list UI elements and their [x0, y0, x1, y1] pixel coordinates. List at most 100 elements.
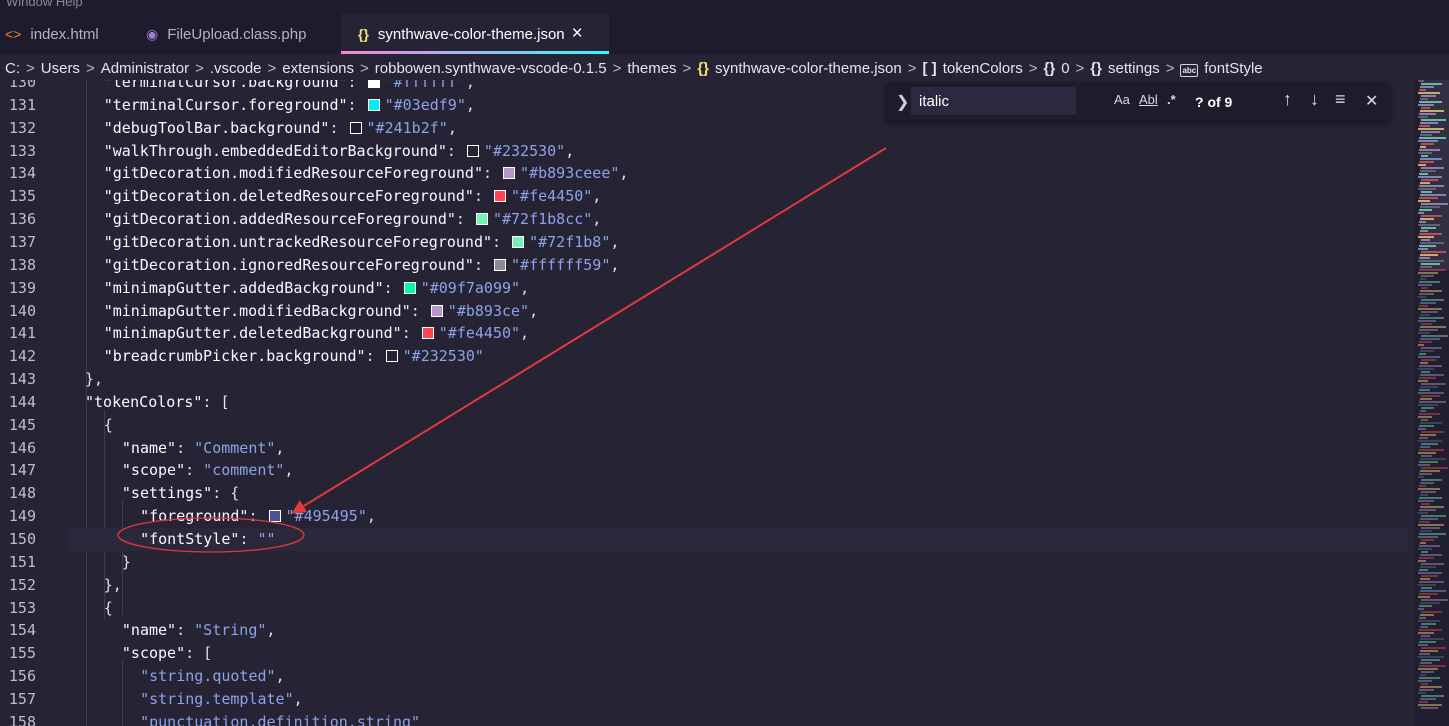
regex-button[interactable]: .*	[1167, 92, 1176, 107]
code-text: "foreground": "#495495",	[140, 505, 376, 528]
minimap-line	[1420, 542, 1426, 544]
breadcrumb-item[interactable]: .vscode	[210, 60, 262, 77]
minimap-line	[1419, 473, 1432, 475]
color-swatch[interactable]	[512, 235, 525, 248]
breadcrumb-chevron-icon: >	[1028, 59, 1038, 77]
next-match-arrow-icon[interactable]: ↓	[1310, 89, 1319, 110]
close-icon[interactable]: ×	[572, 23, 583, 45]
breadcrumb-item[interactable]: Users	[41, 60, 80, 77]
breadcrumb-item[interactable]: {} 0	[1044, 60, 1070, 77]
breadcrumb-item[interactable]: robbowen.synthwave-vscode-0.1.5	[375, 60, 607, 77]
previous-match-arrow-icon[interactable]: ↑	[1283, 89, 1292, 110]
code-line[interactable]: 147 "scope": "comment",	[0, 459, 1405, 482]
color-swatch[interactable]	[430, 304, 443, 317]
color-swatch[interactable]	[466, 144, 479, 157]
minimap-line	[1418, 392, 1444, 394]
code-line[interactable]: 141 "minimapGutter.deletedBackground": "#…	[0, 322, 1405, 345]
punctuation: ,	[447, 118, 457, 137]
code-line[interactable]: 140 "minimapGutter.modifiedBackground": "…	[0, 300, 1405, 323]
json-string: "#241b2f"	[366, 118, 448, 137]
punctuation: :	[347, 80, 366, 91]
line-number: 135	[8, 187, 36, 206]
color-swatch[interactable]	[385, 350, 398, 363]
breadcrumb-item[interactable]: [ ] tokenColors	[923, 60, 1023, 77]
color-swatch[interactable]	[494, 190, 507, 203]
code-line[interactable]: 135 "gitDecoration.deletedResourceForegro…	[0, 185, 1405, 208]
toggle-replace-chevron-icon[interactable]: ❯	[896, 92, 909, 112]
color-swatch[interactable]	[367, 98, 380, 111]
minimap-line	[1421, 659, 1440, 661]
tab-fileupload-php[interactable]: ◉ FileUpload.class.php	[141, 14, 346, 54]
minimap-line	[1420, 290, 1442, 292]
code-line[interactable]: 148 "settings": {	[0, 482, 1405, 505]
breadcrumb-item[interactable]: abc fontStyle	[1180, 60, 1263, 77]
minimap-line	[1421, 683, 1428, 685]
line-number: 133	[8, 141, 36, 160]
code-line[interactable]: 156 "string.quoted",	[0, 665, 1405, 688]
code-line[interactable]: 137 "gitDecoration.untrackedResourceForeg…	[0, 231, 1405, 254]
tab-index-html[interactable]: <> index.html	[0, 14, 136, 54]
minimap-line	[1419, 605, 1432, 607]
whole-word-button[interactable]: Abl	[1139, 92, 1158, 107]
code-line[interactable]: 157 "string.template",	[0, 688, 1405, 711]
code-line[interactable]: 145 {	[0, 414, 1405, 437]
minimap-line	[1421, 635, 1430, 637]
code-line[interactable]: 146 "name": "Comment",	[0, 437, 1405, 460]
color-swatch[interactable]	[268, 510, 281, 523]
code-line[interactable]: 133 "walkThrough.embeddedEditorBackground…	[0, 140, 1405, 163]
title-bar: Window Help	[0, 0, 1449, 14]
code-line[interactable]: 136 "gitDecoration.addedResourceForegroun…	[0, 208, 1405, 231]
find-input[interactable]: italic	[911, 87, 1076, 115]
code-line[interactable]: 144 "tokenColors": [	[0, 391, 1405, 414]
breadcrumb-item[interactable]: Administrator	[101, 60, 189, 77]
breadcrumb-item[interactable]: C:	[5, 60, 20, 77]
code-line[interactable]: 134 "gitDecoration.modifiedResourceForegr…	[0, 162, 1405, 185]
color-swatch[interactable]	[494, 258, 507, 271]
minimap-slider[interactable]	[1420, 80, 1449, 270]
color-swatch[interactable]	[421, 327, 434, 340]
color-swatch[interactable]	[403, 281, 416, 294]
minimap-line	[1419, 353, 1426, 355]
color-swatch[interactable]	[475, 213, 488, 226]
json-string: "string.template"	[140, 689, 294, 708]
breadcrumb-item[interactable]: {} synthwave-color-theme.json	[697, 60, 901, 77]
code-line[interactable]: 154 "name": "String",	[0, 619, 1405, 642]
code-line[interactable]: 139 "minimapGutter.addedBackground": "#09…	[0, 277, 1405, 300]
minimap-line	[1420, 650, 1438, 652]
line-number: 134	[8, 164, 36, 183]
minimap-line	[1421, 335, 1448, 337]
find-in-selection-icon[interactable]: ≡	[1335, 89, 1346, 110]
tab-synthwave-json[interactable]: {} synthwave-color-theme.json ×	[341, 14, 609, 54]
minimap-line	[1420, 494, 1428, 496]
code-line[interactable]: 152},	[0, 574, 1405, 597]
code-line[interactable]: 149 "foreground": "#495495",	[0, 505, 1405, 528]
minimap-line	[1418, 476, 1424, 478]
code-line[interactable]: 151}	[0, 551, 1405, 574]
find-query: italic	[919, 93, 950, 110]
minimap-line	[1420, 614, 1434, 616]
code-line[interactable]: 158 "punctuation.definition.string"	[0, 711, 1405, 726]
punctuation: :	[473, 187, 493, 206]
color-swatch[interactable]	[349, 121, 362, 134]
code-line[interactable]: 138 "gitDecoration.ignoredResourceForegro…	[0, 254, 1405, 277]
punctuation: :	[347, 95, 366, 114]
minimap-line	[1418, 452, 1436, 454]
color-swatch[interactable]	[367, 80, 380, 88]
match-case-button[interactable]: Aa	[1114, 92, 1130, 107]
code-line[interactable]: 150 "fontStyle": ""	[0, 528, 1405, 551]
breadcrumb-item[interactable]: {} settings	[1090, 60, 1159, 77]
code-line[interactable]: 155 "scope": [	[0, 642, 1405, 665]
breadcrumb-item[interactable]: themes	[627, 60, 676, 77]
color-swatch[interactable]	[503, 167, 516, 180]
code-editor[interactable]: 130 "terminalCursor.background": "#ffffff…	[0, 80, 1415, 726]
code-line[interactable]: 142 "breadcrumbPicker.background": "#2325…	[0, 345, 1405, 368]
breadcrumb-item[interactable]: extensions	[282, 60, 354, 77]
json-key: "gitDecoration.modifiedResourceForegroun…	[103, 164, 483, 183]
code-text: "fontStyle": ""	[140, 528, 275, 551]
code-line[interactable]: 143},	[0, 368, 1405, 391]
code-line[interactable]: 153 {	[0, 597, 1405, 620]
close-find-icon[interactable]: ✕	[1365, 91, 1378, 111]
minimap-line	[1421, 611, 1442, 613]
minimap-line	[1420, 686, 1442, 688]
code-text: "terminalCursor.background": "#ffffff",	[104, 80, 475, 94]
